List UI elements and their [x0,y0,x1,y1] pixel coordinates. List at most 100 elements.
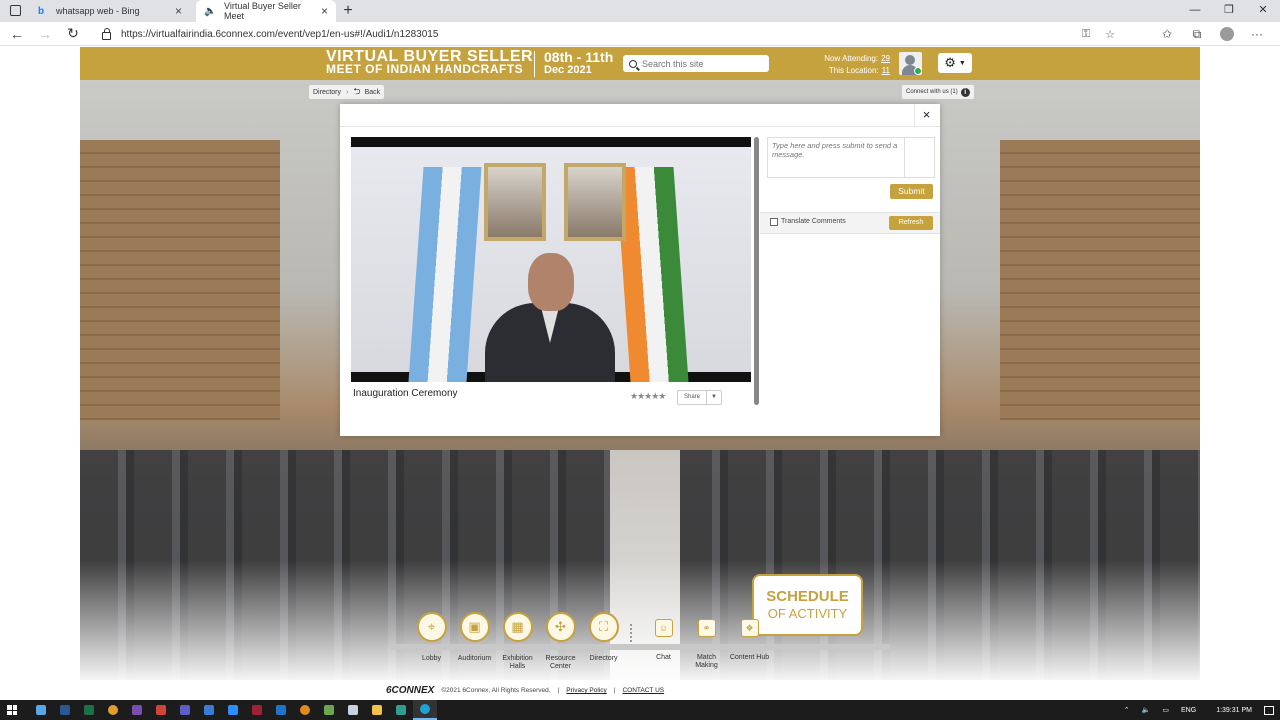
connect-with-us[interactable]: Connect with us (1) i [902,85,974,99]
volume-icon[interactable]: 🔈 [1142,706,1151,714]
collections-icon[interactable]: ⧉ [1182,27,1212,42]
site-header: VIRTUAL BUYER SELLER MEET OF INDIAN HAND… [80,47,1200,80]
nav-chat[interactable]: ☺ Chat [642,612,685,672]
chrome-icon[interactable] [101,705,125,715]
event-title[interactable]: VIRTUAL BUYER SELLER MEET OF INDIAN HAND… [326,49,533,76]
notifications-icon[interactable] [1264,705,1274,715]
caret-down-icon: ▼ [958,59,966,67]
share-button[interactable]: Share ▼ [677,390,722,405]
translate-checkbox[interactable] [770,218,778,226]
nav-auditorium[interactable]: ▣ Auditorium [453,612,496,672]
restore-icon[interactable]: ❐ [1212,0,1246,22]
taskbar-app-icon[interactable] [29,705,53,715]
search-input[interactable] [642,58,762,69]
search-icon[interactable] [629,59,637,68]
back-arrow-icon[interactable]: ← [6,26,28,42]
content-icon: ❖ [740,619,759,637]
favorites-icon[interactable]: ✩ [1152,27,1182,41]
file-explorer-icon[interactable] [365,705,389,715]
network-icon[interactable]: ▭ [1162,706,1169,714]
new-tab-button[interactable]: + [336,0,360,22]
rating-stars[interactable]: ★★★★★ [630,391,666,402]
back-icon[interactable]: ⮌ [353,84,360,100]
video-title: Inauguration Ceremony [353,388,458,399]
taskbar-app-icon[interactable] [341,705,365,715]
tab-bing[interactable]: b whatsapp web - Bing × [30,0,190,22]
taskbar-app-icon[interactable] [149,705,173,715]
contact-us-link[interactable]: CONTACT US [622,687,664,694]
taskbar-app-icon[interactable] [197,705,221,715]
title-divider [534,51,535,77]
modal-scrollbar[interactable] [754,137,759,405]
add-favorite-icon[interactable]: ☆ [1098,28,1122,41]
chevron-up-icon[interactable]: ⌃ [1124,706,1130,714]
close-tab-icon[interactable]: × [175,4,182,18]
now-attending-count[interactable]: 29 [881,54,890,63]
back-link[interactable]: Back [365,89,381,96]
tab-label: whatsapp web - Bing [56,6,140,16]
chevron-right-icon: › [346,88,349,96]
windows-start-icon[interactable] [7,705,17,715]
privacy-policy-link[interactable]: Privacy Policy [566,687,606,694]
tab-virtual-meet[interactable]: 🔈 Virtual Buyer Seller Meet × [196,0,336,22]
profile-avatar[interactable] [1220,27,1234,41]
site-search[interactable] [623,55,769,72]
video-frame [351,147,751,382]
nav-match-making[interactable]: ⚭ Match Making [685,612,728,672]
refresh-button[interactable]: Refresh [889,216,933,230]
taskbar-app-icon[interactable] [269,705,293,715]
forward-arrow-icon[interactable]: → [34,26,56,42]
teams-icon[interactable] [173,705,197,715]
video-player[interactable] [351,137,751,382]
taskbar-app-icon[interactable] [245,705,269,715]
portrait-right [564,163,626,241]
close-tab-icon[interactable]: × [321,4,328,18]
browser-tab-bar: b whatsapp web - Bing × 🔈 Virtual Buyer … [0,0,1280,22]
chat-message-input[interactable] [768,138,904,176]
copyright-text: ©2021 6Connex, All Rights Reserved. [441,687,551,694]
taskbar-app-icon[interactable] [317,705,341,715]
breadcrumb-directory[interactable]: Directory [313,89,341,96]
nav-exhibition-halls[interactable]: ▦ Exhibition Halls [496,612,539,672]
address-bar: ← → ↻ https://virtualfairindia.6connex.c… [0,22,1280,46]
user-avatar[interactable] [899,52,922,75]
translate-label: Translate Comments [781,218,846,225]
word-icon[interactable] [53,705,77,715]
taskbar-app-icon[interactable] [125,705,149,715]
nav-content-hub[interactable]: ❖ Content Hub [728,612,771,672]
modal-divider [340,126,940,127]
close-window-icon[interactable]: ✕ [1246,0,1280,22]
tab-actions-icon[interactable] [10,5,21,16]
minimize-icon[interactable]: — [1178,0,1212,22]
submit-button[interactable]: Submit [890,184,933,199]
refresh-icon[interactable]: ↻ [62,25,84,42]
chat-icon: ☺ [654,619,673,637]
key-icon[interactable]: ⚿ [1074,28,1098,41]
language-indicator[interactable]: ENG [1181,707,1196,714]
taskbar-app-icon[interactable] [389,705,413,715]
settings-menu-button[interactable]: ⚙ ▼ [938,53,972,73]
more-options-icon[interactable]: ··· [1242,27,1272,41]
chevron-down-icon[interactable]: ▼ [706,391,721,404]
online-status-icon [914,67,922,75]
url-text: https://virtualfairindia.6connex.com/eve… [121,28,439,40]
bing-icon: b [38,5,45,17]
windows-taskbar: ⌃ 🔈 ▭ ENG 1:39:31 PM [0,700,1280,720]
url-field[interactable]: https://virtualfairindia.6connex.com/eve… [102,24,1122,44]
info-icon: i [960,87,970,97]
speaker-icon[interactable]: 🔈 [204,6,216,17]
taskbar-app-icon[interactable] [293,705,317,715]
close-icon[interactable]: × [914,104,938,126]
breadcrumb: Directory › ⮌ Back [309,84,385,100]
map-icon: ⛶ [588,612,619,642]
auditorium-icon: ▣ [459,612,490,642]
nav-lobby[interactable]: ⌖ Lobby [410,612,453,672]
zoom-icon[interactable] [221,705,245,715]
edge-icon[interactable] [413,700,437,720]
this-location-count[interactable]: 11 [882,66,890,75]
excel-icon[interactable] [77,705,101,715]
clock[interactable]: 1:39:31 PM [1216,707,1252,714]
speaker-person [485,253,615,382]
nav-directory[interactable]: ⛶ Directory [582,612,625,672]
nav-resource-center[interactable]: ✣ Resource Center [539,612,582,672]
